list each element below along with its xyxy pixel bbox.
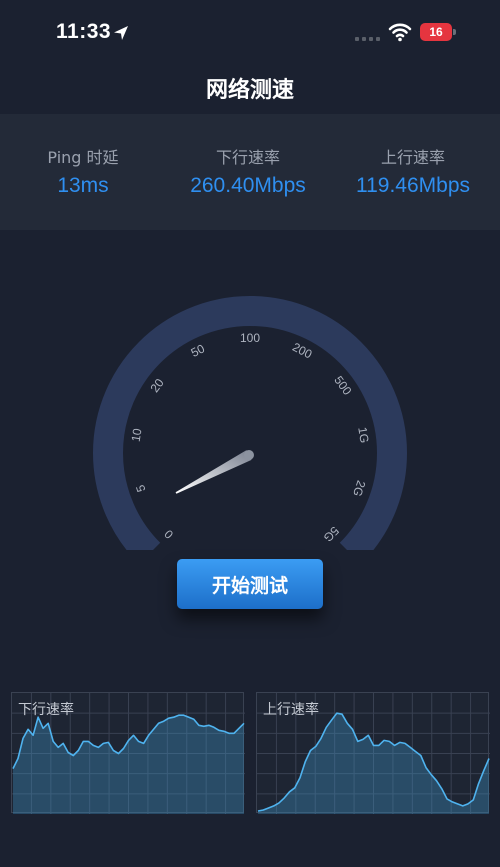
ping-label: Ping 时延	[47, 148, 119, 167]
wifi-icon	[388, 23, 412, 42]
gauge-tick-label: 200	[290, 340, 314, 362]
gauge-needle	[175, 450, 252, 494]
gauge-tick-label: 500	[331, 373, 354, 398]
download-chart-label: 下行速率	[18, 702, 74, 718]
download-chart: 下行速率	[11, 692, 245, 814]
start-test-button[interactable]: 开始测试	[177, 559, 323, 609]
download-value: 260.40Mbps	[190, 174, 306, 197]
gauge-tick-label: 1G	[355, 426, 371, 444]
gauge-track	[93, 295, 407, 550]
gauge-tick-label: 0	[161, 527, 176, 542]
gauge-tick-label: 20	[148, 376, 167, 395]
gauge-tick-label: 2G	[350, 479, 368, 499]
ping-value: 13ms	[57, 174, 109, 197]
gauge-tick-label: 10	[129, 427, 145, 443]
cellular-signal-icon	[355, 37, 380, 41]
battery-charging-icon: 16	[420, 23, 456, 41]
gauge-tick-label: 100	[240, 331, 260, 345]
upload-chart: 上行速率	[256, 692, 490, 814]
download-label: 下行速率	[215, 148, 280, 167]
page-title: 网络测速	[205, 78, 294, 103]
upload-stat: 上行速率 119.46Mbps	[333, 144, 493, 198]
gauge-tick-label: 5	[133, 483, 148, 494]
gauge-needle-tip	[244, 450, 254, 460]
speed-gauge: 0 5 10 20 50 100 200 500 1G 2G 5G	[93, 295, 407, 550]
upload-chart-label: 上行速率	[263, 702, 319, 718]
battery-level: 16	[429, 25, 443, 39]
stats-panel: Ping 时延 13ms 下行速率 260.40Mbps 上行速率 119.46…	[0, 114, 500, 230]
download-stat: 下行速率 260.40Mbps	[168, 144, 328, 198]
status-bar: 11:33 16	[0, 0, 500, 64]
status-time: 11:33	[56, 20, 112, 43]
gauge-tick-label: 5G	[321, 524, 342, 545]
gauge-tick-label: 50	[189, 341, 208, 360]
location-arrow-icon	[114, 26, 128, 40]
ping-stat: Ping 时延 13ms	[3, 144, 163, 198]
upload-label: 上行速率	[380, 148, 445, 167]
upload-value: 119.46Mbps	[355, 174, 471, 197]
